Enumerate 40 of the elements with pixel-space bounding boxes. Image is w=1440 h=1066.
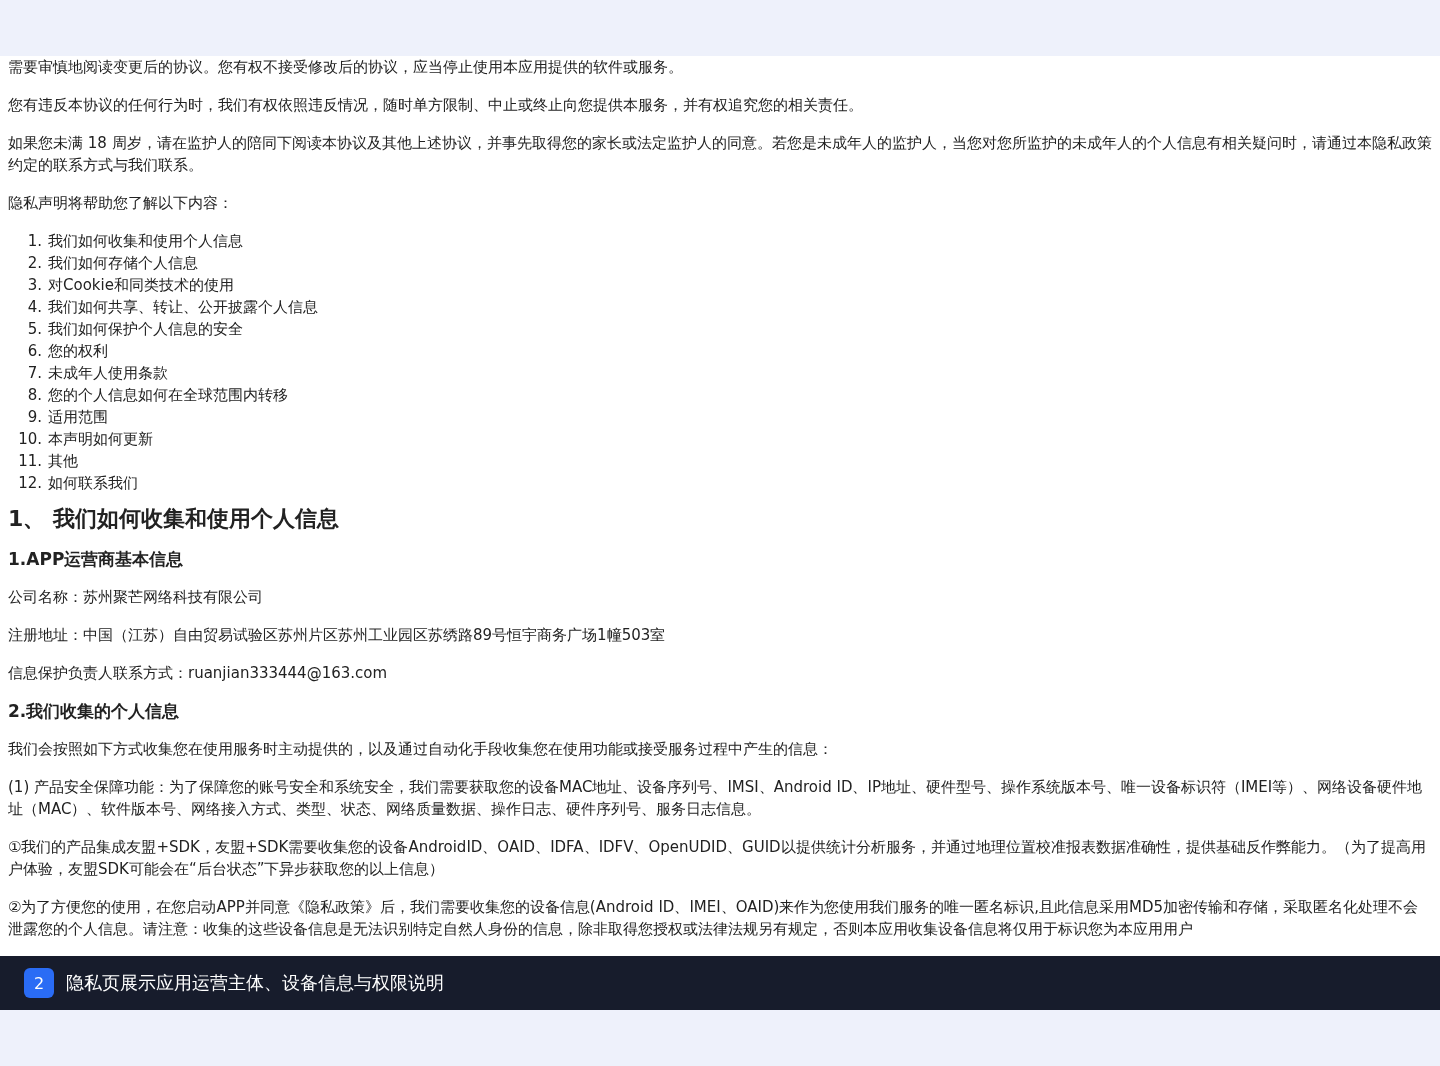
paragraph: 公司名称：苏州聚芒网络科技有限公司	[8, 587, 264, 608]
section-heading: 1、 我们如何收集和使用个人信息	[8, 508, 340, 530]
item-number: 5.	[26, 319, 42, 340]
subsection-heading: 2.我们收集的个人信息	[8, 700, 181, 722]
paragraph: 我们会按照如下方式收集您在使用服务时主动提供的，以及通过自动化手段收集您在使用功能或接受服务过程中产生的信息：	[8, 739, 834, 760]
paragraph: 信息保护负责人联系方式：ruanjian333444@163.com	[8, 663, 389, 684]
contents-item: 我们如何保护个人信息的安全	[48, 319, 243, 340]
contents-item: 我们如何收集和使用个人信息	[48, 231, 243, 252]
item-number: 2.	[26, 253, 42, 274]
contents-item: 我们如何存储个人信息	[48, 253, 198, 274]
step-number: 2	[24, 968, 54, 998]
paragraph: 需要审慎地阅读变更后的协议。您有权不接受修改后的协议，应当停止使用本应用提供的软件或服务。	[8, 57, 684, 78]
item-number: 7.	[26, 363, 42, 384]
contents-item: 对Cookie和同类技术的使用	[48, 275, 234, 296]
contents-item: 您的权利	[48, 341, 108, 362]
item-number: 1.	[26, 231, 42, 252]
contents-item: 其他	[48, 451, 78, 472]
paragraph: 您有违反本协议的任何行为时，我们有权依照违反情况，随时单方限制、中止或终止向您提供本服务，并有权追究您的相关责任。	[8, 95, 864, 116]
item-number: 3.	[26, 275, 42, 296]
contents-item: 您的个人信息如何在全球范围内转移	[48, 385, 288, 406]
item-number: 9.	[26, 407, 42, 428]
item-number: 6.	[26, 341, 42, 362]
item-number: 8.	[26, 385, 42, 406]
subsection-heading: 1.APP运营商基本信息	[8, 548, 185, 570]
paragraph: ②为了方便您的使用，在您启动APP并同意《隐私政策》后，我们需要收集您的设备信息(Android ID、IMEI、OAID)来作为您使用我们服务的唯一匿名标识,且此信息采用MD5加密传输和存储，采取匿名化处理不会泄露您的个人信息。请注意：收集的这些设备信息是无法识别特定自然人身份的信息，除非取得您授权或法律法规另有规定，否则本应用收集设备信息将仅用于标识您为本应用用户	[8, 897, 1420, 940]
paragraph: 如果您未满 18 周岁，请在监护人的陪同下阅读本协议及其他上述协议，并事先取得您的家长或法定监护人的同意。若您是未成年人的监护人，当您对您所监护的未成年人的个人信息有相关疑问时，请通过本隐私政策约定的联系方式与我们联系。	[8, 133, 1432, 176]
item-number: 11.	[17, 451, 42, 472]
item-number: 12.	[17, 473, 42, 494]
contents-item: 适用范围	[48, 407, 108, 428]
contents-item: 如何联系我们	[48, 473, 138, 494]
caption-text: 隐私页展示应用运营主体、设备信息与权限说明	[66, 971, 444, 995]
item-number: 4.	[26, 297, 42, 318]
paragraph: 隐私声明将帮助您了解以下内容：	[8, 193, 234, 214]
item-number: 10.	[17, 429, 42, 450]
paragraph: 注册地址：中国（江苏）自由贸易试验区苏州片区苏州工业园区苏绣路89号恒宇商务广场1幢503室	[8, 625, 667, 646]
paragraph: (1) 产品安全保障功能：为了保障您的账号安全和系统安全，我们需要获取您的设备MAC地址、设备序列号、IMSI、Android ID、IP地址、硬件型号、操作系统版本号、唯一设备标识符（IMEI等）、网络设备硬件地址（MAC）、软件版本号、网络接入方式、类型、状态、网络质量数据、操作日志、硬件序列号、服务日志信息。	[8, 777, 1424, 820]
contents-item: 本声明如何更新	[48, 429, 153, 450]
contents-item: 未成年人使用条款	[48, 363, 168, 384]
paragraph: ①我们的产品集成友盟+SDK，友盟+SDK需要收集您的设备AndroidID、OAID、IDFA、IDFV、OpenUDID、GUID以提供统计分析服务，并通过地理位置校准报表数据准确性，提供基础反作弊能力。（为了提高用户体验，友盟SDK可能会在“后台状态”下异步获取您的以上信息）	[8, 837, 1427, 880]
contents-item: 我们如何共享、转让、公开披露个人信息	[48, 297, 318, 318]
